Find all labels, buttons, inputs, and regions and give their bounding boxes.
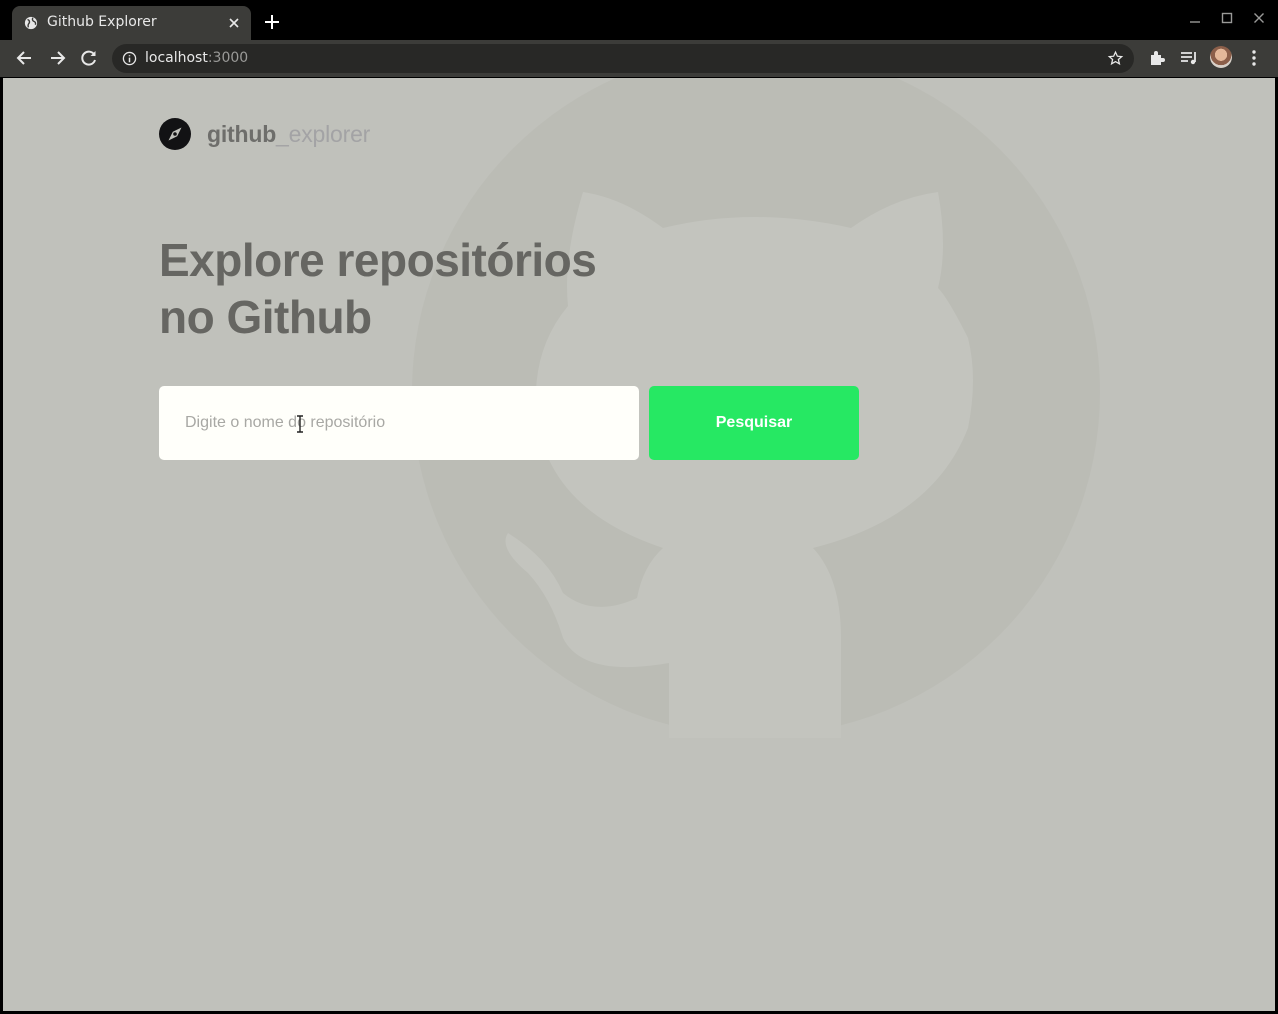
search-button[interactable]: Pesquisar — [649, 386, 859, 460]
minimize-icon[interactable] — [1187, 10, 1203, 26]
plus-icon[interactable] — [262, 12, 282, 32]
reload-icon[interactable] — [79, 48, 99, 68]
info-icon[interactable] — [122, 51, 137, 66]
brand-name: github_explorer — [207, 121, 370, 148]
menu-icon[interactable] — [1244, 48, 1264, 68]
tab-strip: Github Explorer — [0, 0, 1278, 40]
star-icon[interactable] — [1107, 50, 1124, 67]
url-text: localhost:3000 — [145, 50, 248, 66]
search-input[interactable] — [159, 386, 639, 460]
tab-title: Github Explorer — [47, 14, 157, 30]
maximize-icon[interactable] — [1219, 10, 1235, 26]
back-icon[interactable] — [15, 48, 35, 68]
brand-name-suffix: _explorer — [276, 120, 371, 147]
close-icon[interactable] — [226, 15, 242, 31]
brand-logo: github_explorer — [159, 118, 370, 150]
globe-icon — [24, 16, 38, 30]
extensions-icon[interactable] — [1147, 48, 1167, 68]
github-octocat-icon — [412, 78, 1100, 738]
page-title-line-1: Explore repositórios — [159, 234, 597, 286]
compass-icon — [159, 118, 191, 150]
media-icon[interactable] — [1179, 48, 1199, 68]
address-bar[interactable]: localhost:3000 — [112, 44, 1134, 73]
brand-name-main: github — [207, 120, 277, 147]
page-title: Explore repositórios no Github — [159, 232, 679, 346]
window-close-icon[interactable] — [1251, 10, 1267, 26]
page-title-line-2: no Github — [159, 291, 372, 343]
tab-github-explorer[interactable]: Github Explorer — [12, 6, 251, 40]
page-content: github_explorer Explore repositórios no … — [3, 78, 1275, 1011]
text-cursor-icon — [297, 415, 303, 433]
profile-avatar[interactable] — [1210, 46, 1232, 68]
url-port: :3000 — [207, 50, 249, 66]
url-host: localhost — [145, 50, 208, 66]
forward-icon[interactable] — [47, 48, 67, 68]
browser-window: Github Explorer localhost:3000 github_ex… — [0, 0, 1278, 1014]
browser-toolbar: localhost:3000 — [0, 40, 1278, 77]
